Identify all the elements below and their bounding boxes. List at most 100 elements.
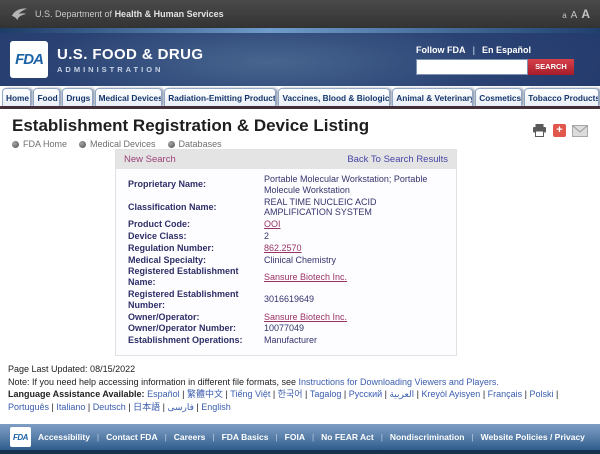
hhs-department-prefix: U.S. Department of xyxy=(35,9,112,19)
breadcrumb-item[interactable]: Databases xyxy=(168,139,222,149)
field-label: Owner/Operator Number: xyxy=(128,323,264,334)
language-link[interactable]: Kreyòl Ayisyen xyxy=(421,389,480,399)
field-value: 10077049 xyxy=(264,323,304,334)
footer-link[interactable]: Accessibility xyxy=(38,432,90,442)
nav-tab[interactable]: Animal & Veterinary xyxy=(392,88,473,106)
nav-tab[interactable]: Vaccines, Blood & Biologics xyxy=(278,88,390,106)
follow-fda-link[interactable]: Follow FDA xyxy=(416,45,466,55)
language-link[interactable]: Français xyxy=(488,389,523,399)
share-icon[interactable]: + xyxy=(553,124,566,137)
table-row: Proprietary Name: Portable Molecular Wor… xyxy=(128,174,446,196)
separator: | xyxy=(341,389,348,399)
registered-establishment-link[interactable]: Sansure Biotech Inc. xyxy=(264,272,347,283)
email-icon[interactable] xyxy=(572,125,588,137)
hhs-eagle-logo-icon xyxy=(10,6,28,22)
viewers-players-link[interactable]: Instructions for Downloading Viewers and… xyxy=(299,377,499,387)
table-row: Owner/Operator Number: 10077049 xyxy=(128,323,446,334)
footer-link[interactable]: FOIA xyxy=(285,432,305,442)
field-label: Registered Establishment Number: xyxy=(128,289,264,311)
table-row: Registered Establishment Number: 3016619… xyxy=(128,289,446,311)
separator: | xyxy=(180,389,187,399)
search-input[interactable] xyxy=(416,59,528,75)
hhs-department-label[interactable]: U.S. Department of Health & Human Servic… xyxy=(35,9,224,19)
language-link[interactable]: فارسی xyxy=(167,402,193,412)
language-link[interactable]: Русский xyxy=(349,389,382,399)
field-label: Regulation Number: xyxy=(128,243,264,254)
footer-link[interactable]: Careers xyxy=(174,432,206,442)
nav-tab[interactable]: Home xyxy=(2,88,31,106)
language-link[interactable]: العربية xyxy=(389,389,414,399)
separator: | xyxy=(381,432,383,442)
separator: | xyxy=(275,432,277,442)
table-row: Owner/Operator: Sansure Biotech Inc. xyxy=(128,312,446,323)
field-label: Establishment Operations: xyxy=(128,335,264,346)
en-espanol-link[interactable]: En Español xyxy=(482,45,531,55)
field-label: Classification Name: xyxy=(128,202,264,213)
language-link[interactable]: Español xyxy=(147,389,180,399)
new-search-link[interactable]: New Search xyxy=(124,154,176,165)
nav-tab[interactable]: Drugs xyxy=(62,88,92,106)
breadcrumb-item[interactable]: Medical Devices xyxy=(79,139,156,149)
regulation-number-link[interactable]: 862.2570 xyxy=(264,243,302,254)
separator: | xyxy=(165,432,167,442)
field-value: Clinical Chemistry xyxy=(264,255,336,266)
language-link[interactable]: English xyxy=(201,402,231,412)
nav-tab[interactable]: Food xyxy=(33,88,60,106)
footer-link[interactable]: Website Policies / Privacy xyxy=(481,432,585,442)
language-link[interactable]: 日本語 xyxy=(133,402,160,412)
primary-nav-bar: HomeFoodDrugsMedical DevicesRadiation-Em… xyxy=(0,86,600,109)
nav-tab[interactable]: Radiation-Emitting Products xyxy=(164,88,276,106)
field-label: Device Class: xyxy=(128,231,264,242)
fda-logo[interactable]: FDA xyxy=(10,41,48,78)
footer-bar: FDA Accessibility | Contact FDA | Career… xyxy=(0,424,600,454)
nav-tab[interactable]: Medical Devices xyxy=(95,88,163,106)
fda-banner-title: U.S. FOOD & DRUG ADMINISTRATION xyxy=(57,46,203,74)
footer-link[interactable]: Nondiscrimination xyxy=(390,432,465,442)
language-link[interactable]: Deutsch xyxy=(93,402,126,412)
owner-operator-link[interactable]: Sansure Biotech Inc. xyxy=(264,312,347,323)
field-label: Owner/Operator: xyxy=(128,312,264,323)
footer-link[interactable]: Contact FDA xyxy=(106,432,157,442)
fda-title-line2: ADMINISTRATION xyxy=(57,65,203,74)
field-label: Proprietary Name: xyxy=(128,179,264,190)
nav-tab[interactable]: Cosmetics xyxy=(475,88,522,106)
font-resize-controls[interactable]: aAA xyxy=(562,7,590,21)
print-icon[interactable] xyxy=(532,124,547,137)
breadcrumb-item[interactable]: FDA Home xyxy=(12,139,67,149)
language-link[interactable]: Português xyxy=(8,402,49,412)
table-row: Device Class: 2 xyxy=(128,231,446,242)
table-row: Establishment Operations: Manufacturer xyxy=(128,335,446,346)
font-size-button[interactable]: A xyxy=(571,10,578,21)
separator: | xyxy=(97,432,99,442)
language-link[interactable]: Italiano xyxy=(56,402,85,412)
fda-title-line1: U.S. FOOD & DRUG xyxy=(57,46,203,63)
language-link[interactable]: Tiếng Việt xyxy=(230,389,270,399)
footer-link[interactable]: FDA Basics xyxy=(222,432,269,442)
product-code-link[interactable]: OOI xyxy=(264,219,281,230)
link-divider: | xyxy=(473,45,476,55)
field-label: Product Code: xyxy=(128,219,264,230)
language-link[interactable]: Polski xyxy=(530,389,554,399)
language-link[interactable]: Tagalog xyxy=(310,389,342,399)
font-size-button[interactable]: a xyxy=(562,11,566,20)
table-row: Medical Specialty: Clinical Chemistry xyxy=(128,255,446,266)
language-link[interactable]: 繁體中文 xyxy=(187,389,223,399)
nav-tab[interactable]: Tobacco Products xyxy=(524,88,599,106)
field-value: REAL TIME NUCLEIC ACID AMPLIFICATION SYS… xyxy=(264,197,446,219)
search-button[interactable]: SEARCH xyxy=(528,59,574,75)
footer-fda-logo[interactable]: FDA xyxy=(10,427,31,447)
language-link[interactable]: 한국어 xyxy=(278,389,303,399)
footer-info: Page Last Updated: 08/15/2022 Note: If y… xyxy=(0,356,600,414)
separator: | xyxy=(303,389,310,399)
file-formats-note: Note: If you need help accessing informa… xyxy=(8,376,592,389)
language-assistance-row: Language Assistance Available: Español |… xyxy=(8,388,592,414)
table-row: Classification Name: REAL TIME NUCLEIC A… xyxy=(128,197,446,219)
font-size-button[interactable]: A xyxy=(581,7,590,21)
language-assistance-label: Language Assistance Available: xyxy=(8,389,147,399)
nav-tabs: HomeFoodDrugsMedical DevicesRadiation-Em… xyxy=(0,86,600,106)
separator: | xyxy=(212,432,214,442)
footer-link[interactable]: No FEAR Act xyxy=(321,432,374,442)
device-detail-table: Proprietary Name: Portable Molecular Wor… xyxy=(116,169,456,355)
page-last-updated: Page Last Updated: 08/15/2022 xyxy=(8,363,592,376)
back-to-results-link[interactable]: Back To Search Results xyxy=(347,154,448,165)
